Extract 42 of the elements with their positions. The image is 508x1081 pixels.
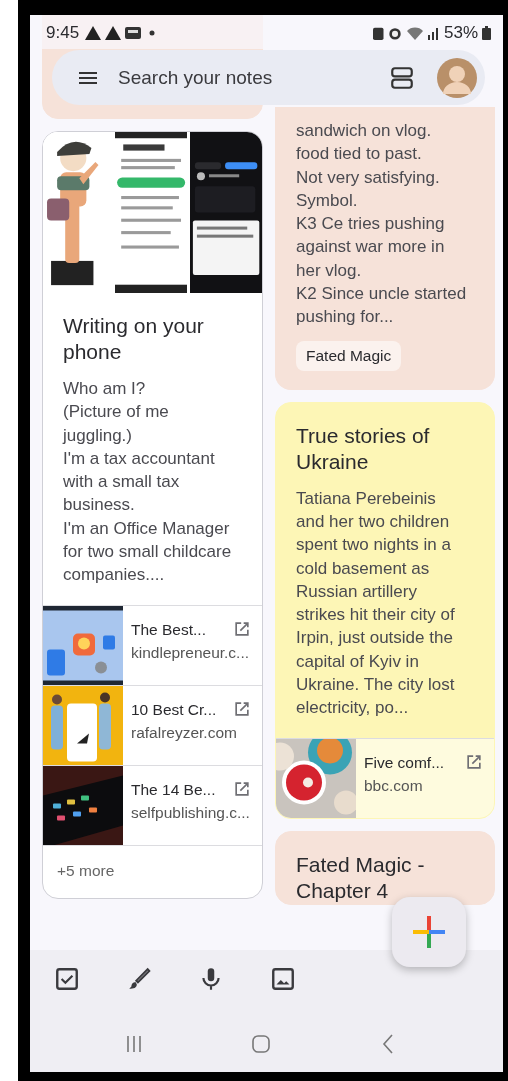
label-chip[interactable]: Fated Magic — [296, 340, 402, 371]
link-title: Five comf... — [364, 753, 445, 772]
link-title: The 14 Be... — [131, 780, 216, 799]
note-text: sandwich on vlog. food tied to past. Not very satisfying. Symbol. K3 Ce tries pushing against war more in her vlog. K2 Since uncle started pushing for... — [295, 120, 468, 329]
brush-icon[interactable] — [126, 966, 152, 992]
list-view-icon[interactable] — [389, 64, 415, 91]
plus-icon — [411, 914, 447, 950]
link-preview[interactable]: 10 Best Cr... rafalreyzer.com — [43, 685, 262, 766]
link-preview[interactable]: The 14 Be... selfpublishing.c... — [43, 765, 262, 846]
note-title: True stories of Ukraine — [296, 422, 431, 475]
link-domain: kindlepreneur.c... — [131, 643, 250, 662]
more-links[interactable]: +5 more — [43, 845, 262, 898]
link-title: The Best... — [131, 620, 206, 639]
note-title: Writing on your phone — [63, 313, 205, 365]
link-title: 10 Best Cr... — [131, 700, 217, 719]
note-text: Tatiana Perebeinis and her two children spent two nights in a cold basement as Russian artillery strikes hit their city of Irpin, just outside the capital of Kyiv in Ukraine. The city lost electricity, po... — [295, 487, 456, 720]
warning-icon — [105, 26, 122, 40]
search-placeholder: Search your notes — [118, 66, 274, 89]
link-domain: selfpublishing.c... — [131, 803, 250, 822]
notification-dot-icon — [149, 30, 156, 36]
link-domain: rafalreyzer.com — [131, 723, 237, 742]
signal-icon — [427, 26, 440, 40]
note-card[interactable] — [42, 131, 263, 899]
link-preview[interactable]: The Best... kindlepreneur.c... — [43, 605, 262, 686]
message-icon — [125, 26, 142, 40]
link-domain: bbc.com — [364, 776, 423, 795]
battery-level: 53% — [443, 23, 478, 43]
warning-icon — [85, 26, 102, 40]
battery-saver-icon — [373, 26, 384, 40]
note-text: Who am I? (Picture of me juggling.) I'm a tax accountant with a small tax business. I'm an Office Manager for two small childcare companies.... — [61, 378, 233, 587]
note-card[interactable]: sandwich on vlog. food tied to past. Not very satisfying. Symbol. K3 Ce tries pushing against war more in her vlog. K2 Since uncle started pushing for... Fated Magic — [275, 107, 495, 390]
checkbox-icon[interactable] — [54, 966, 80, 992]
battery-icon — [482, 26, 491, 40]
new-note-button[interactable] — [392, 897, 466, 967]
image-icon[interactable] — [270, 966, 296, 992]
note-title: Fated Magic - Chapter 4 — [296, 851, 426, 904]
link-preview[interactable]: Five comf... bbc.com — [276, 738, 494, 818]
note-card[interactable]: Fated Magic - Chapter 4 — [275, 830, 495, 905]
status-time: 9:45 — [46, 23, 80, 43]
wifi-icon — [405, 26, 424, 40]
search-bar[interactable]: Search your notes — [52, 50, 485, 105]
alarm-icon — [387, 26, 402, 40]
